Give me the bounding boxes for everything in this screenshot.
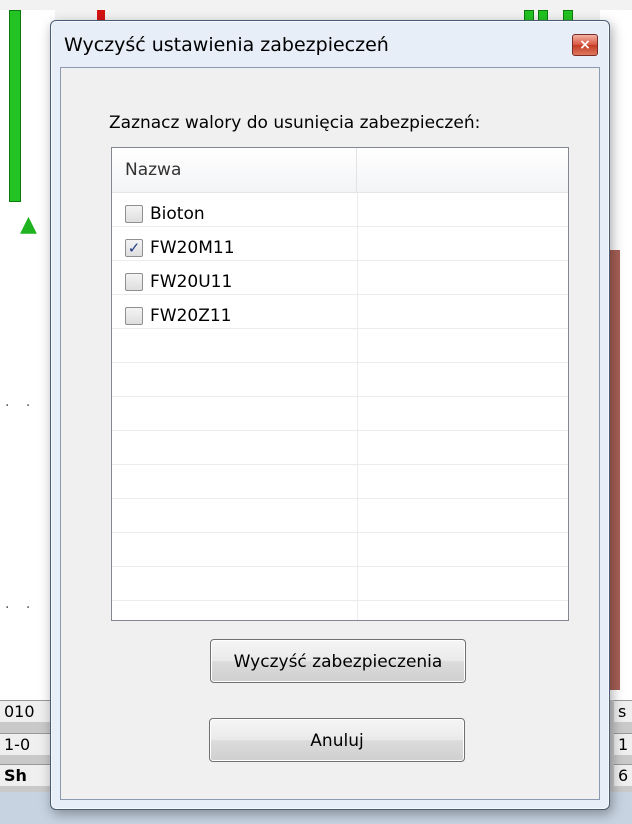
securities-list[interactable]: Nazwa Bioton ✓ FW20M11 FW20U11 FW20Z11 <box>111 147 569 621</box>
list-item[interactable]: ✓ FW20M11 <box>112 232 568 266</box>
background-cell: 1-0 <box>0 733 52 755</box>
checkbox[interactable]: ✓ <box>125 239 143 257</box>
list-header: Nazwa <box>112 148 568 193</box>
column-header-name[interactable]: Nazwa <box>112 148 357 192</box>
list-item-label: FW20M11 <box>150 238 235 258</box>
list-item-label: Bioton <box>150 204 205 224</box>
clear-security-dialog: Wyczyść ustawienia zabezpieczeń × Zaznac… <box>50 20 610 810</box>
list-item-label: FW20U11 <box>150 272 233 292</box>
background-cell: Sh <box>0 764 52 786</box>
list-item[interactable]: FW20Z11 <box>112 300 568 334</box>
background-cell: s <box>614 700 632 722</box>
background-cell: 1 <box>614 733 632 755</box>
checkbox[interactable] <box>125 205 143 223</box>
arrow-up-icon: ▲ <box>20 212 37 237</box>
checkbox[interactable] <box>125 273 143 291</box>
chart-bar-green <box>9 10 21 202</box>
dialog-title: Wyczyść ustawienia zabezpieczeń <box>64 34 389 56</box>
list-item[interactable]: FW20U11 <box>112 266 568 300</box>
list-item-label: FW20Z11 <box>150 306 232 326</box>
chart-dots: · · <box>5 398 37 414</box>
dialog-client-area: Zaznacz walory do usunięcia zabezpieczeń… <box>60 67 600 800</box>
checkmark-icon: ✓ <box>127 239 141 257</box>
cancel-button[interactable]: Anuluj <box>209 718 465 762</box>
close-button[interactable]: × <box>572 34 598 56</box>
column-header-empty[interactable] <box>357 148 568 192</box>
chart-dots: · · <box>5 600 37 616</box>
background-cell: 6 <box>614 764 632 786</box>
close-icon: × <box>579 37 591 53</box>
background-cell: 010 <box>0 700 52 722</box>
clear-security-button[interactable]: Wyczyść zabezpieczenia <box>210 639 466 683</box>
list-item[interactable]: Bioton <box>112 198 568 232</box>
instruction-label: Zaznacz walory do usunięcia zabezpieczeń… <box>109 113 481 133</box>
checkbox[interactable] <box>125 307 143 325</box>
